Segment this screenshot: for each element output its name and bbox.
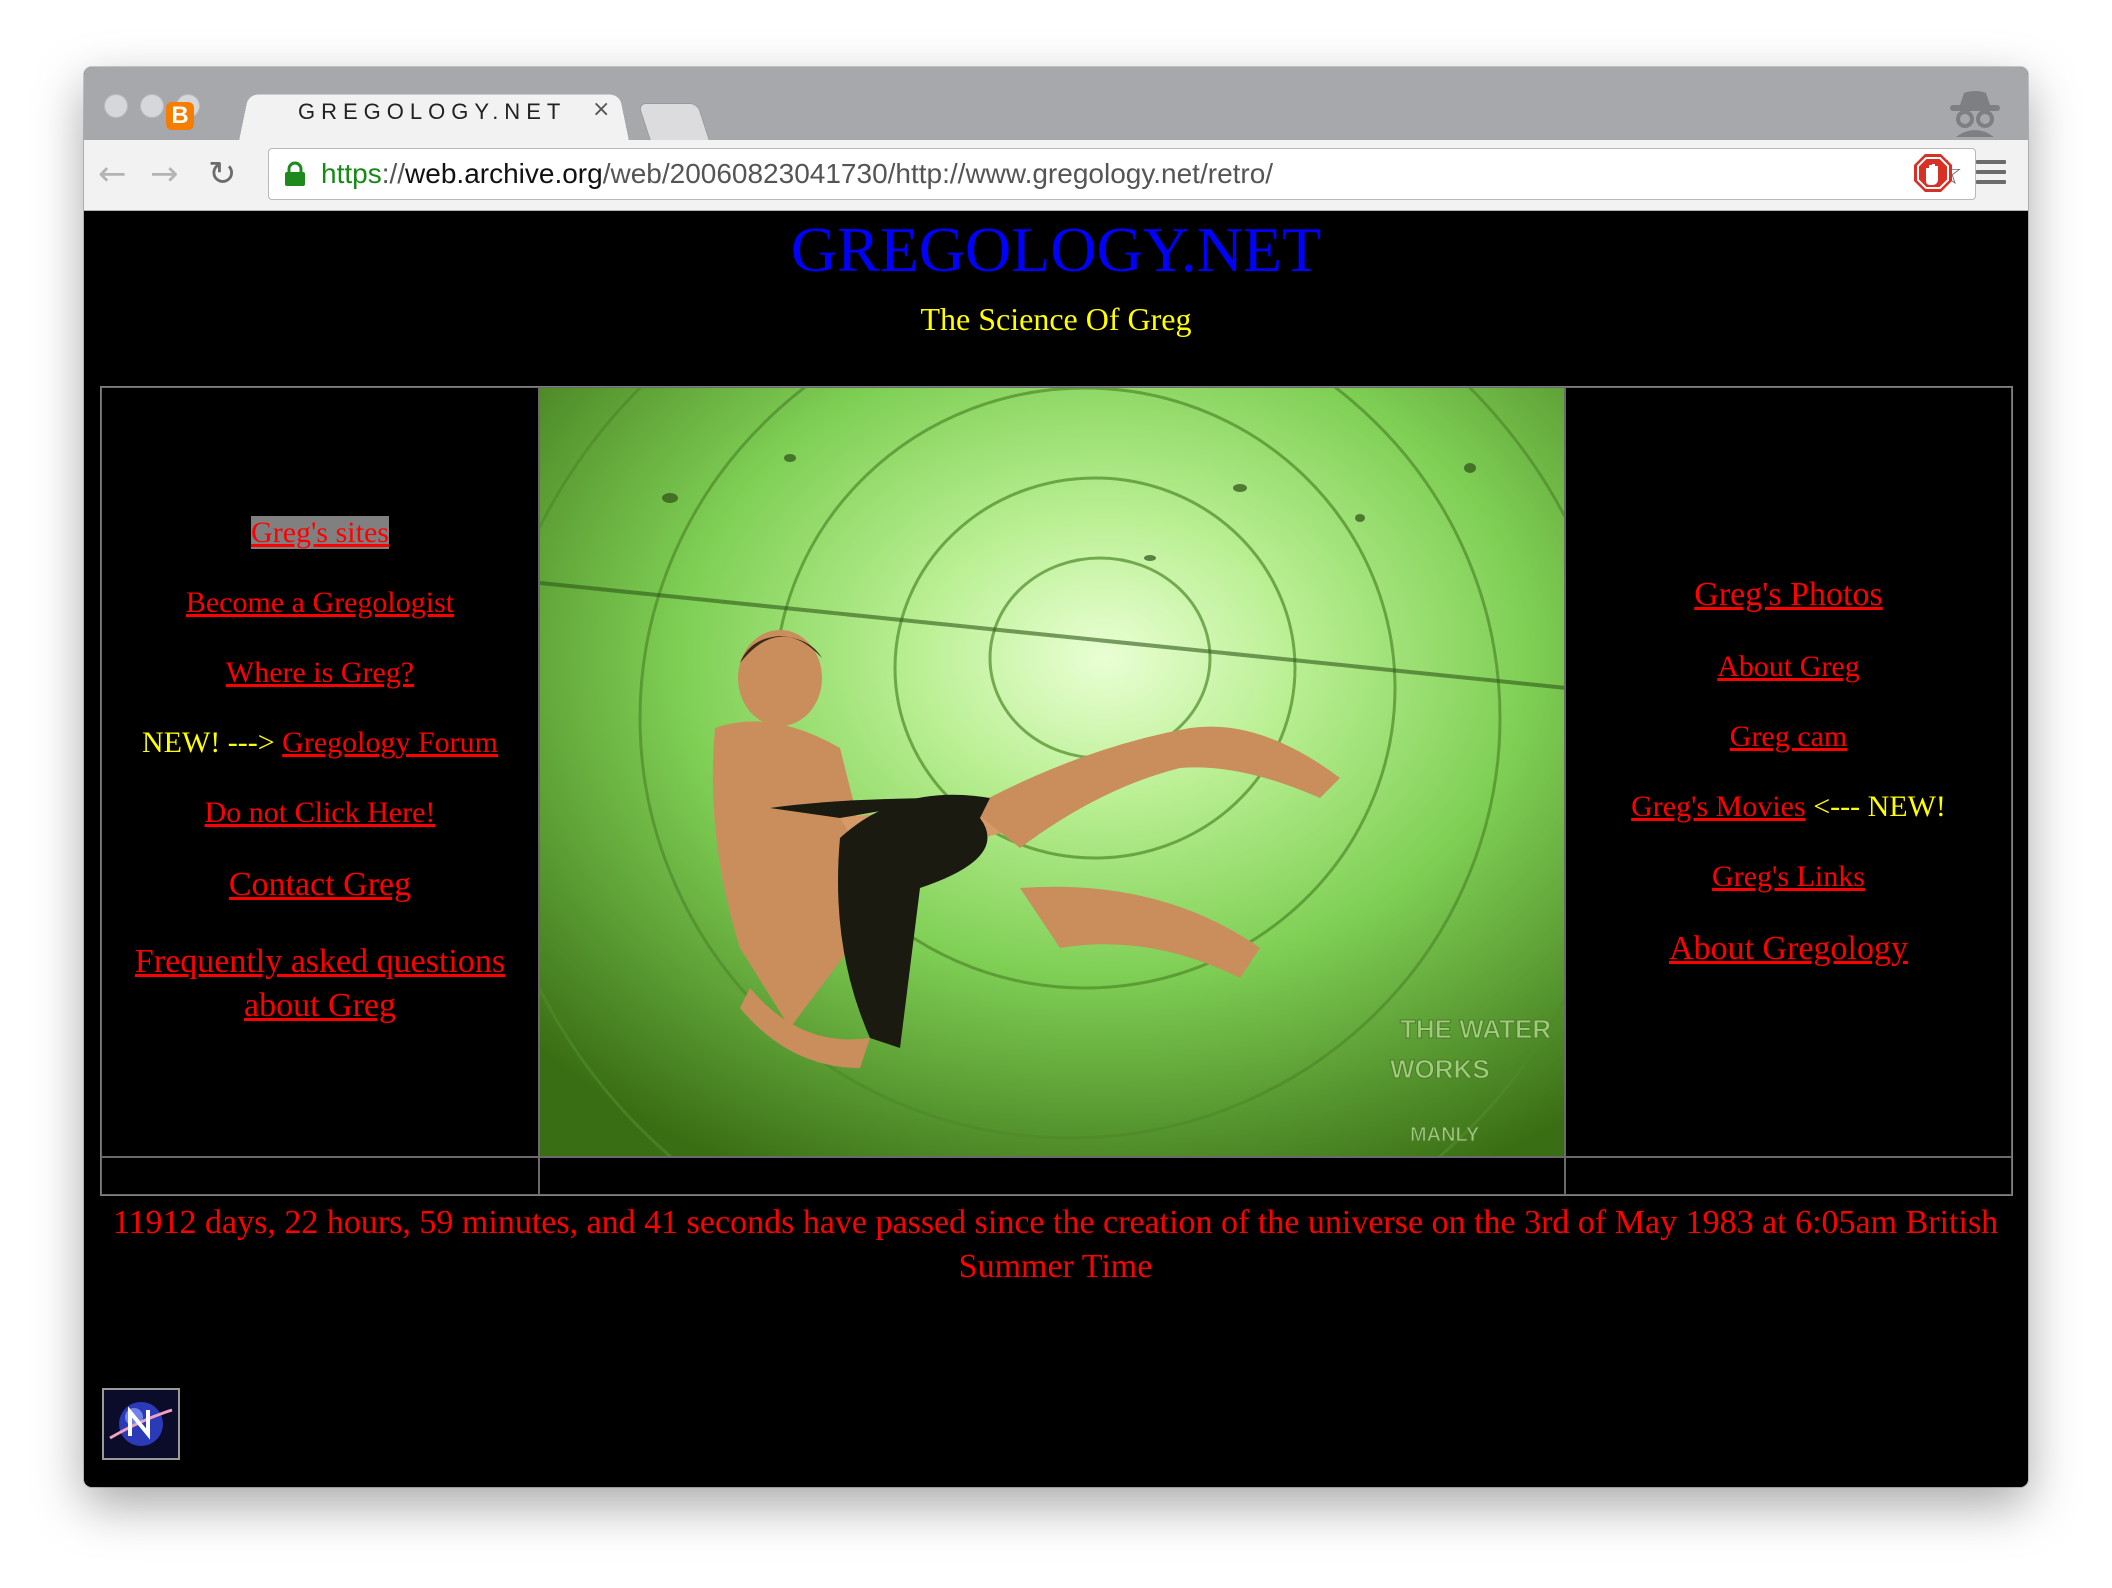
left-nav: Greg's sites Become a Gregologist Where … (101, 387, 539, 1157)
tab-strip: B GREGOLOGY.NET × (84, 67, 2028, 142)
link-gregs-sites[interactable]: Greg's sites (251, 516, 389, 549)
tab-close-icon[interactable]: × (592, 97, 610, 122)
link-greg-cam[interactable]: Greg cam (1730, 720, 1847, 753)
blogger-favicon-icon: B (166, 102, 194, 130)
browser-window: B GREGOLOGY.NET × ← → ↻ https://web.arch… (84, 67, 2028, 1487)
link-gregs-movies[interactable]: Greg's Movies (1631, 790, 1806, 823)
link-do-not-click[interactable]: Do not Click Here! (205, 796, 436, 829)
incognito-icon (1950, 91, 2000, 137)
url-text: https://web.archive.org/web/200608230417… (321, 158, 1274, 189)
link-about-greg[interactable]: About Greg (1717, 650, 1859, 683)
svg-text:THE WATER: THE WATER (1400, 1014, 1551, 1044)
link-faq[interactable]: Frequently asked questions about Greg (135, 943, 505, 1024)
browser-toolbar: ← → ↻ https://web.archive.org/web/200608… (84, 140, 2028, 211)
empty-cell-center (539, 1157, 1565, 1195)
link-gregs-links[interactable]: Greg's Links (1712, 860, 1865, 893)
svg-text:WORKS: WORKS (1390, 1054, 1490, 1084)
link-about-gregology[interactable]: About Gregology (1669, 930, 1908, 967)
tab-title: GREGOLOGY.NET (298, 99, 567, 124)
greg-photo: THE WATER WORKS MANLY (539, 387, 1565, 1157)
minimize-window-button[interactable] (140, 94, 164, 118)
back-button[interactable]: ← (98, 156, 127, 192)
empty-cell-left (101, 1157, 539, 1195)
forward-button[interactable]: → (150, 156, 179, 192)
address-bar[interactable]: https://web.archive.org/web/200608230417… (268, 148, 1976, 200)
web-page: GREGOLOGY.NET The Science Of Greg Greg's… (84, 211, 2028, 1487)
link-gregology-forum[interactable]: Gregology Forum (282, 726, 498, 759)
lock-icon (285, 161, 305, 186)
close-window-button[interactable] (104, 94, 128, 118)
water-slide-photo: THE WATER WORKS MANLY (540, 388, 1564, 1156)
site-title: GREGOLOGY.NET (790, 214, 1322, 285)
link-where-is-greg[interactable]: Where is Greg? (226, 656, 414, 689)
new-label: NEW! ---> (141, 726, 275, 759)
svg-text:MANLY: MANLY (1410, 1124, 1480, 1146)
site-tagline: The Science Of Greg (920, 301, 1192, 337)
adblock-icon[interactable] (1912, 152, 1954, 194)
empty-cell-right (1565, 1157, 2012, 1195)
new-tab-button[interactable] (637, 103, 711, 142)
link-contact-greg[interactable]: Contact Greg (229, 866, 411, 903)
new-label-right: <--- NEW! (1813, 790, 1946, 823)
link-gregs-photos[interactable]: Greg's Photos (1694, 576, 1882, 613)
universe-counter: 11912 days, 22 hours, 59 minutes, and 41… (112, 1204, 1999, 1285)
reload-button[interactable]: ↻ (208, 156, 237, 192)
netscape-badge-icon[interactable] (102, 1388, 180, 1460)
link-become-gregologist[interactable]: Become a Gregologist (186, 586, 454, 619)
layout-table: Greg's sites Become a Gregologist Where … (100, 386, 2013, 1196)
chrome-menu-icon[interactable] (1976, 160, 2006, 190)
right-nav: Greg's Photos About Greg Greg cam Greg's… (1565, 387, 2012, 1157)
